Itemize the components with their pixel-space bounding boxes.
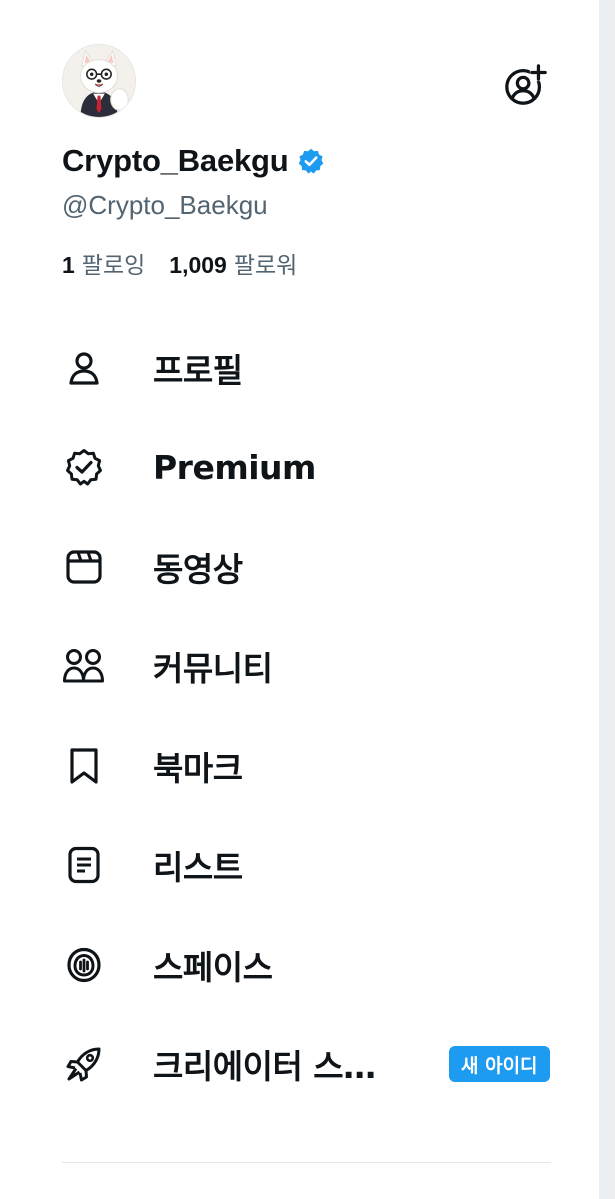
menu-item-video[interactable]: 동영상 [0, 517, 599, 617]
menu-item-lists[interactable]: 리스트 [0, 816, 599, 916]
new-badge: 새 아이디 [449, 1046, 550, 1083]
menu-label-bookmarks: 북마크 [153, 748, 243, 788]
menu-label-premium: Premium [153, 447, 316, 487]
list-icon [62, 843, 106, 887]
drawer-menu: 프로필 Premium 동영상 커뮤니티 북마크 리스트 스페이스 크리에이터 … [0, 318, 599, 1114]
verified-badge-icon [298, 148, 323, 174]
followers-count: 1,009 [169, 252, 227, 278]
followers-label: 팔로워 [233, 252, 298, 278]
video-icon [62, 545, 106, 589]
menu-item-premium[interactable]: Premium [0, 418, 599, 518]
display-name: Crypto_Baekgu [62, 143, 289, 178]
communities-icon [62, 644, 106, 688]
add-account-icon [505, 63, 548, 105]
menu-item-bookmarks[interactable]: 북마크 [0, 716, 599, 816]
add-account-button[interactable] [501, 60, 551, 110]
divider [62, 1162, 551, 1163]
menu-label-lists: 리스트 [153, 848, 243, 888]
menu-label-video: 동영상 [153, 549, 243, 589]
follow-stats: 1 팔로잉 1,009 팔로워 [62, 246, 297, 280]
following-label: 팔로잉 [81, 252, 146, 278]
rocket-icon [62, 1042, 106, 1086]
menu-item-profile[interactable]: 프로필 [0, 318, 599, 418]
menu-label-spaces: 스페이스 [153, 947, 273, 987]
following-count: 1 [62, 252, 75, 278]
followers-link[interactable]: 1,009 팔로워 [169, 246, 297, 280]
menu-item-communities[interactable]: 커뮤니티 [0, 617, 599, 717]
verified-badge-outline-icon [62, 445, 106, 489]
menu-label-communities: 커뮤니티 [153, 649, 273, 689]
menu-item-spaces[interactable]: 스페이스 [0, 915, 599, 1015]
profile-handle: @Crypto_Baekgu [62, 190, 268, 220]
navigation-drawer: Crypto_Baekgu @Crypto_Baekgu 1 팔로잉 1,009… [0, 0, 599, 1199]
background-edge [599, 0, 615, 1199]
profile-name-row[interactable]: Crypto_Baekgu [62, 140, 325, 182]
following-link[interactable]: 1 팔로잉 [62, 246, 145, 280]
menu-label-creator-studio: 크리에이터 스… [153, 1047, 376, 1087]
bookmark-icon [62, 744, 106, 788]
menu-item-creator-studio[interactable]: 크리에이터 스… 새 아이디 [0, 1015, 599, 1115]
person-icon [62, 346, 106, 390]
avatar[interactable] [62, 44, 136, 118]
spaces-icon [62, 943, 106, 987]
dog-avatar-icon [63, 45, 135, 117]
menu-label-profile: 프로필 [153, 350, 243, 390]
